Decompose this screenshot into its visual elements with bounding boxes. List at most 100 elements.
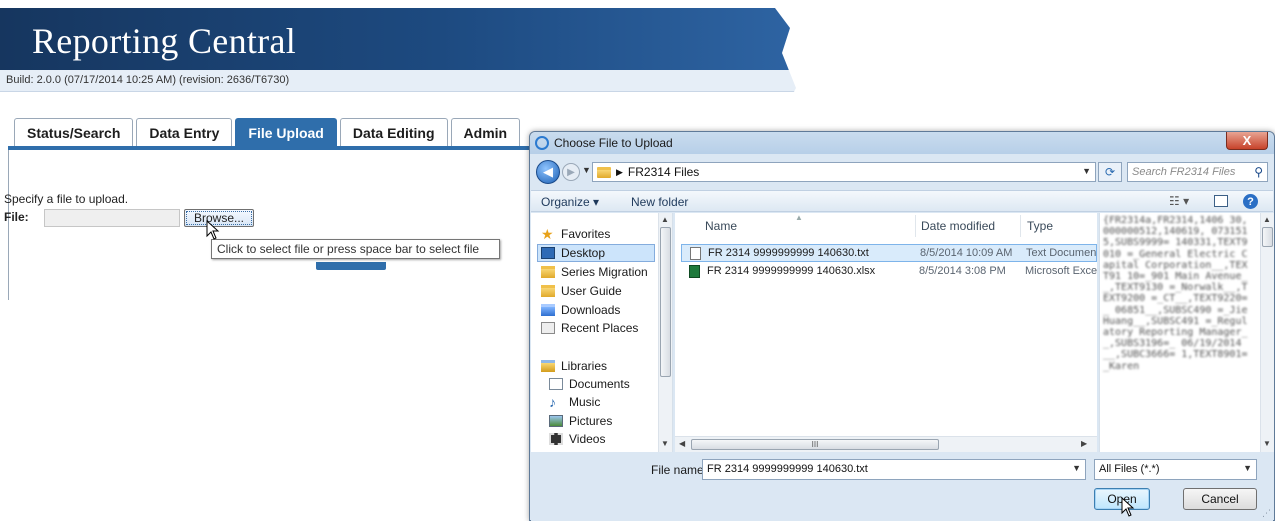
scroll-down-icon[interactable]: ▼ xyxy=(1263,439,1271,448)
videos-icon xyxy=(549,433,563,445)
nav-label: Libraries xyxy=(561,359,608,373)
build-info: Build: 2.0.0 (07/17/2014 10:25 AM) (revi… xyxy=(0,70,796,92)
dialog-titlebar[interactable]: Choose File to Upload X xyxy=(530,132,1274,154)
tab-data-editing[interactable]: Data Editing xyxy=(339,118,448,146)
column-separator[interactable] xyxy=(1020,215,1021,237)
folder-icon xyxy=(597,166,611,178)
scroll-up-icon[interactable]: ▲ xyxy=(1263,215,1271,224)
nav-music[interactable]: ♪ Music xyxy=(549,393,600,411)
music-icon: ♪ xyxy=(549,394,556,410)
hscroll-thumb[interactable]: III xyxy=(691,439,939,450)
mouse-cursor-icon xyxy=(1121,497,1135,517)
file-date: 8/5/2014 3:08 PM xyxy=(919,265,1006,277)
scroll-left-icon[interactable]: ◀ xyxy=(679,439,685,448)
documents-icon xyxy=(549,378,563,390)
preview-scroll-thumb[interactable] xyxy=(1262,227,1273,247)
close-button[interactable]: X xyxy=(1226,132,1268,150)
help-icon[interactable]: ? xyxy=(1243,194,1258,209)
file-name-label: File name: xyxy=(651,463,708,477)
column-header-name[interactable]: Name xyxy=(705,219,737,233)
nav-videos[interactable]: Videos xyxy=(549,430,605,448)
tab-data-entry[interactable]: Data Entry xyxy=(136,118,233,146)
forward-button[interactable]: ▶ xyxy=(562,163,580,181)
column-separator[interactable] xyxy=(915,215,916,237)
nav-favorites[interactable]: ★ Favorites xyxy=(541,225,610,243)
choose-file-dialog: Choose File to Upload X ◀ ▶ ▼ ▶ FR2314 F… xyxy=(529,131,1275,521)
scroll-down-icon[interactable]: ▼ xyxy=(661,439,669,448)
organize-menu[interactable]: Organize ▾ xyxy=(541,195,599,209)
upload-instruction: Specify a file to upload. xyxy=(4,192,129,206)
ie-icon xyxy=(535,136,549,150)
nav-documents[interactable]: Documents xyxy=(549,375,630,393)
nav-label: User Guide xyxy=(561,284,622,298)
nav-user-guide[interactable]: User Guide xyxy=(541,282,622,300)
column-header-date[interactable]: Date modified xyxy=(921,219,995,233)
tab-admin[interactable]: Admin xyxy=(450,118,521,146)
nav-scroll-thumb[interactable] xyxy=(660,227,671,377)
address-dropdown-icon[interactable]: ▼ xyxy=(1082,166,1091,176)
address-bar-row: ◀ ▶ ▼ ▶ FR2314 Files ▼ ⟳ Search FR2314 F… xyxy=(536,160,1268,184)
nav-scrollbar[interactable]: ▲ ▼ xyxy=(658,213,672,452)
nav-desktop[interactable]: Desktop xyxy=(537,244,655,262)
back-button[interactable]: ◀ xyxy=(536,160,560,184)
nav-label: Music xyxy=(569,395,601,409)
dialog-toolbar: Organize ▾ New folder ☷ ▾ ? xyxy=(531,190,1273,212)
file-type: Text Document xyxy=(1026,247,1097,259)
file-label: File: xyxy=(4,210,29,224)
sort-ascending-icon: ▲ xyxy=(795,213,803,222)
refresh-button[interactable]: ⟳ xyxy=(1098,162,1122,182)
nav-downloads[interactable]: Downloads xyxy=(541,301,620,319)
pictures-icon xyxy=(549,415,563,427)
app-title: Reporting Central xyxy=(32,21,297,61)
view-options-icon[interactable]: ☷ ▾ xyxy=(1169,194,1189,208)
folder-icon xyxy=(541,266,555,278)
chevron-down-icon[interactable]: ▼ xyxy=(1072,463,1081,473)
nav-recent-places[interactable]: Recent Places xyxy=(541,319,638,337)
breadcrumb-folder[interactable]: FR2314 Files xyxy=(628,165,699,179)
text-file-icon xyxy=(690,247,701,260)
new-folder-button[interactable]: New folder xyxy=(631,195,688,209)
search-input[interactable]: Search FR2314 Files ⚲ xyxy=(1127,162,1268,182)
file-type-value: All Files (*.*) xyxy=(1099,463,1160,475)
search-icon[interactable]: ⚲ xyxy=(1254,165,1263,179)
libraries-icon xyxy=(541,360,555,372)
scroll-up-icon[interactable]: ▲ xyxy=(661,215,669,224)
resize-grip-icon[interactable]: ⋰ xyxy=(1262,508,1271,519)
file-name: FR 2314 9999999999 140630.txt xyxy=(708,247,869,259)
address-bar[interactable]: ▶ FR2314 Files ▼ xyxy=(592,162,1096,182)
file-path-input[interactable] xyxy=(44,209,180,227)
nav-label: Pictures xyxy=(569,414,613,428)
recent-places-icon xyxy=(541,322,555,334)
navigation-pane: ★ Favorites Desktop Series Migration Use… xyxy=(531,213,673,452)
scroll-right-icon[interactable]: ▶ xyxy=(1081,439,1087,448)
chevron-down-icon[interactable]: ▼ xyxy=(1243,463,1252,473)
file-list-hscrollbar[interactable]: ◀ III ▶ xyxy=(675,436,1097,452)
file-name-input[interactable]: FR 2314 9999999999 140630.txt ▼ xyxy=(702,459,1086,480)
tab-status-search[interactable]: Status/Search xyxy=(14,118,134,146)
downloads-folder-icon xyxy=(541,304,555,316)
nav-label: Documents xyxy=(569,377,630,391)
cancel-button[interactable]: Cancel xyxy=(1183,488,1257,510)
search-placeholder: Search FR2314 Files xyxy=(1132,166,1236,178)
preview-scrollbar[interactable]: ▲ ▼ xyxy=(1260,213,1274,452)
dialog-footer: File name: FR 2314 9999999999 140630.txt… xyxy=(531,453,1273,521)
history-dropdown-icon[interactable]: ▼ xyxy=(582,165,591,175)
folder-icon xyxy=(541,285,555,297)
column-header-type[interactable]: Type xyxy=(1027,219,1053,233)
desktop-icon xyxy=(541,247,555,259)
file-type-select[interactable]: All Files (*.*) ▼ xyxy=(1094,459,1257,480)
preview-pane: {FR2314a,FR2314,1406 30,000000512,140619… xyxy=(1099,213,1274,452)
file-row[interactable]: FR 2314 9999999999 140630.txt 8/5/2014 1… xyxy=(681,244,1097,262)
nav-label: Recent Places xyxy=(561,321,639,335)
nav-label: Downloads xyxy=(561,303,621,317)
preview-pane-icon[interactable] xyxy=(1214,195,1228,207)
file-row[interactable]: FR 2314 9999999999 140630.xlsx 8/5/2014 … xyxy=(681,263,1097,281)
file-name: FR 2314 9999999999 140630.xlsx xyxy=(707,265,876,277)
tab-file-upload[interactable]: File Upload xyxy=(235,118,337,146)
nav-series-migration[interactable]: Series Migration xyxy=(541,263,648,281)
nav-label: Favorites xyxy=(561,227,611,241)
nav-pictures[interactable]: Pictures xyxy=(549,412,612,430)
nav-libraries[interactable]: Libraries xyxy=(541,357,607,375)
upload-button-partial[interactable] xyxy=(316,262,386,270)
app-header: Reporting Central xyxy=(0,8,796,70)
